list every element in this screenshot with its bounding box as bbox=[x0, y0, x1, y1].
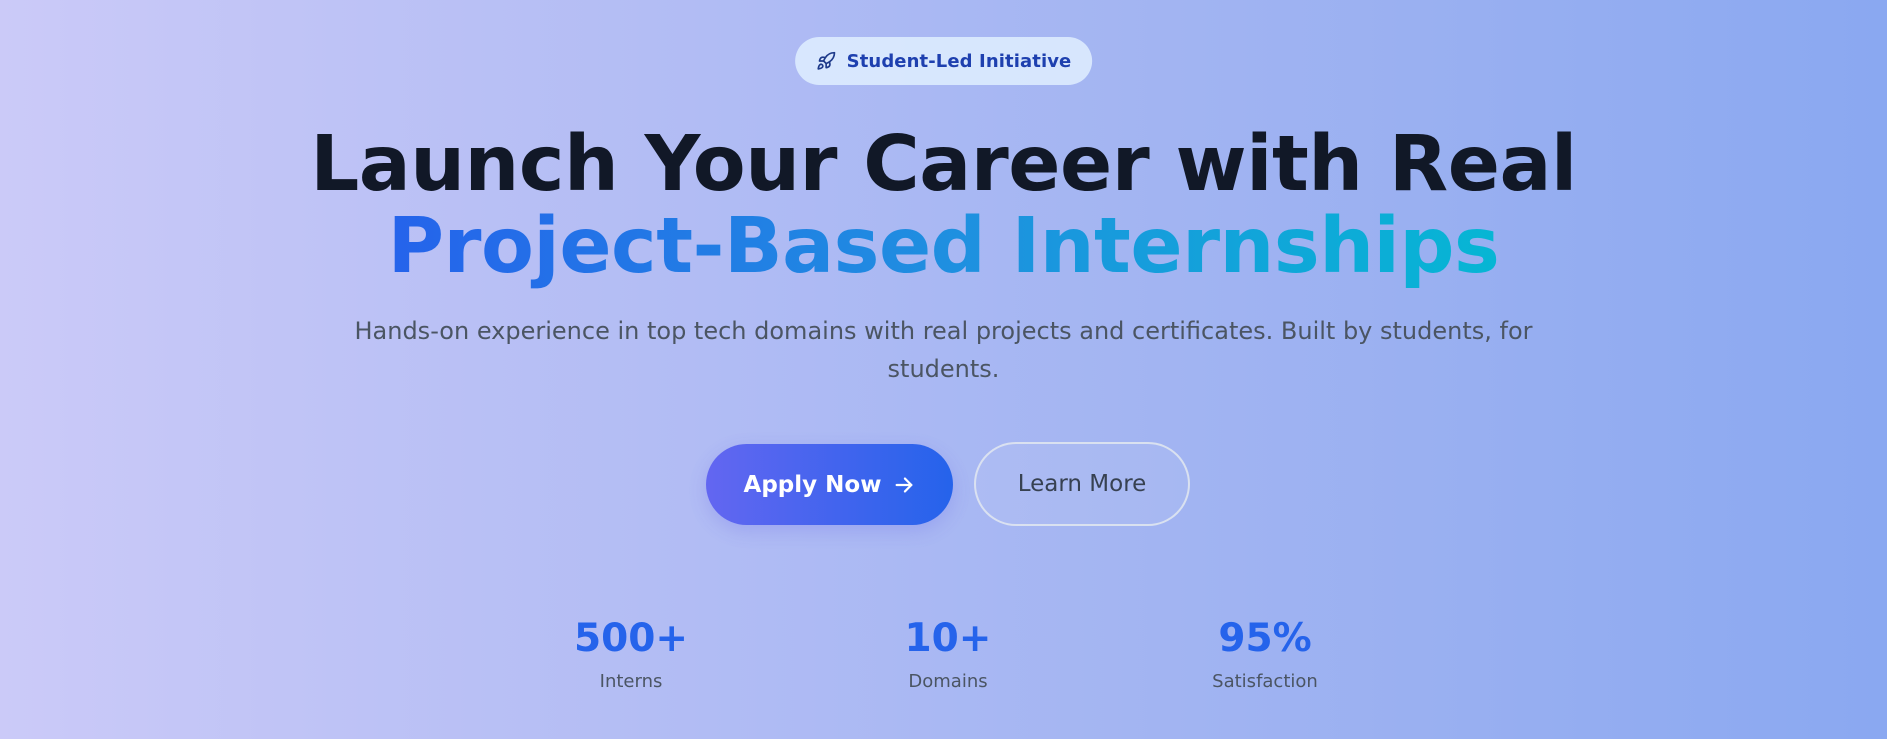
stat-domains: 10+ Domains bbox=[848, 614, 1048, 696]
stat-value: 95% bbox=[1218, 616, 1312, 661]
hero-subtitle: Hands-on experience in top tech domains … bbox=[354, 317, 1533, 383]
stat-satisfaction: 95% Satisfaction bbox=[1165, 614, 1365, 696]
stat-label: Interns bbox=[599, 671, 663, 692]
stat-value: 500+ bbox=[573, 616, 689, 661]
hero-headline: Launch Your Career with Real bbox=[310, 120, 1577, 209]
apply-now-button[interactable]: Apply Now bbox=[706, 444, 953, 525]
badge-label: Student-Led Initiative bbox=[846, 50, 1072, 72]
stat-label: Domains bbox=[908, 671, 988, 692]
hero-section: Student-Led Initiative Launch Your Caree… bbox=[0, 0, 1887, 739]
arrow-right-icon bbox=[893, 474, 915, 496]
stat-label: Satisfaction bbox=[1212, 671, 1318, 692]
hero-headline-accent: Project-Based Internships bbox=[0, 203, 1887, 291]
apply-now-label: Apply Now bbox=[743, 471, 882, 498]
learn-more-label: Learn More bbox=[1017, 471, 1147, 497]
learn-more-button[interactable]: Learn More bbox=[974, 442, 1190, 526]
stat-interns: 500+ Interns bbox=[531, 614, 731, 696]
stat-value: 10+ bbox=[904, 616, 992, 661]
headline-accent-text: Project-Based Internships bbox=[387, 202, 1500, 291]
rocket-icon bbox=[815, 50, 837, 72]
student-led-badge: Student-Led Initiative bbox=[794, 37, 1093, 85]
